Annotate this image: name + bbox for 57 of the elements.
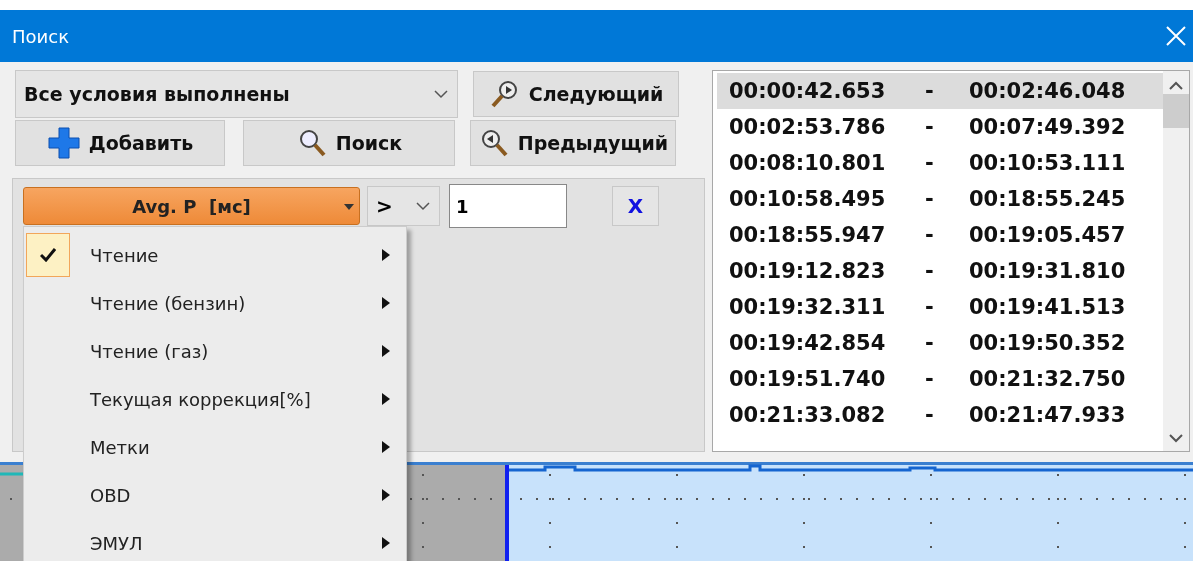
result-row[interactable]: 00:08:10.801 - 00:10:53.111 (717, 145, 1163, 181)
end-time: 00:19:41.513 (969, 295, 1126, 319)
separator: - (925, 367, 935, 391)
menu-item[interactable]: ЭМУЛ (90, 532, 382, 554)
start-time: 00:18:55.947 (729, 223, 887, 247)
start-time: 00:00:42.653 (729, 79, 887, 103)
separator: - (925, 259, 935, 283)
result-row[interactable]: 00:19:32.311 - 00:19:41.513 (717, 289, 1163, 325)
separator: - (925, 79, 935, 103)
start-time: 00:19:42.854 (729, 331, 887, 355)
menu-item[interactable]: Метки (90, 436, 382, 458)
start-time: 00:19:32.311 (729, 295, 887, 319)
menu-item[interactable]: Текущая коррекция[%] (90, 388, 382, 410)
search-button[interactable]: Поиск (243, 120, 455, 166)
parameter-dropdown[interactable]: Avg. P [мс] (23, 187, 360, 225)
result-row[interactable]: 00:10:58.495 - 00:18:55.245 (717, 181, 1163, 217)
separator: - (925, 115, 935, 139)
separator: - (925, 331, 935, 355)
separator: - (925, 187, 935, 211)
end-time: 00:18:55.245 (969, 187, 1126, 211)
separator: - (925, 403, 935, 427)
menu-item[interactable]: Чтение (бензин) (90, 292, 382, 314)
result-row[interactable]: 00:18:55.947 - 00:19:05.457 (717, 217, 1163, 253)
end-time: 00:02:46.048 (969, 79, 1126, 103)
start-time: 00:19:51.740 (729, 367, 887, 391)
add-button[interactable]: Добавить (15, 120, 225, 166)
value-input[interactable]: 1 (449, 184, 567, 228)
previous-button[interactable]: Предыдущий (470, 120, 676, 166)
menu-item[interactable]: OBD (90, 484, 382, 506)
result-row[interactable]: 00:19:42.854 - 00:19:50.352 (717, 325, 1163, 361)
end-time: 00:19:50.352 (969, 331, 1126, 355)
remove-button[interactable]: X (612, 186, 659, 226)
menu-item[interactable]: Чтение (90, 244, 382, 266)
end-time: 00:19:31.810 (969, 259, 1126, 283)
start-time: 00:10:58.495 (729, 187, 887, 211)
match-mode-dropdown[interactable]: Все условия выполнены (15, 70, 458, 118)
start-time: 00:08:10.801 (729, 151, 887, 175)
result-row[interactable]: 00:19:12.823 - 00:19:31.810 (717, 253, 1163, 289)
end-time: 00:07:49.392 (969, 115, 1126, 139)
start-time: 00:19:12.823 (729, 259, 887, 283)
separator: - (925, 223, 935, 247)
result-row[interactable]: 00:21:33.082 - 00:21:47.933 (717, 397, 1163, 433)
operator-dropdown[interactable]: > (367, 186, 440, 226)
result-row[interactable]: 00:02:53.786 - 00:07:49.392 (717, 109, 1163, 145)
menu-item[interactable]: Чтение (газ) (90, 340, 382, 362)
start-time: 00:21:33.082 (729, 403, 887, 427)
end-time: 00:10:53.111 (969, 151, 1126, 175)
separator: - (925, 151, 935, 175)
start-time: 00:02:53.786 (729, 115, 887, 139)
end-time: 00:21:32.750 (969, 367, 1126, 391)
end-time: 00:19:05.457 (969, 223, 1126, 247)
window-title: Поиск (12, 25, 69, 47)
separator: - (925, 295, 935, 319)
end-time: 00:21:47.933 (969, 403, 1126, 427)
next-button[interactable]: Следующий (473, 71, 679, 117)
result-row[interactable]: 00:19:51.740 - 00:21:32.750 (717, 361, 1163, 397)
result-row[interactable]: 00:00:42.653 - 00:02:46.048 (717, 73, 1163, 109)
